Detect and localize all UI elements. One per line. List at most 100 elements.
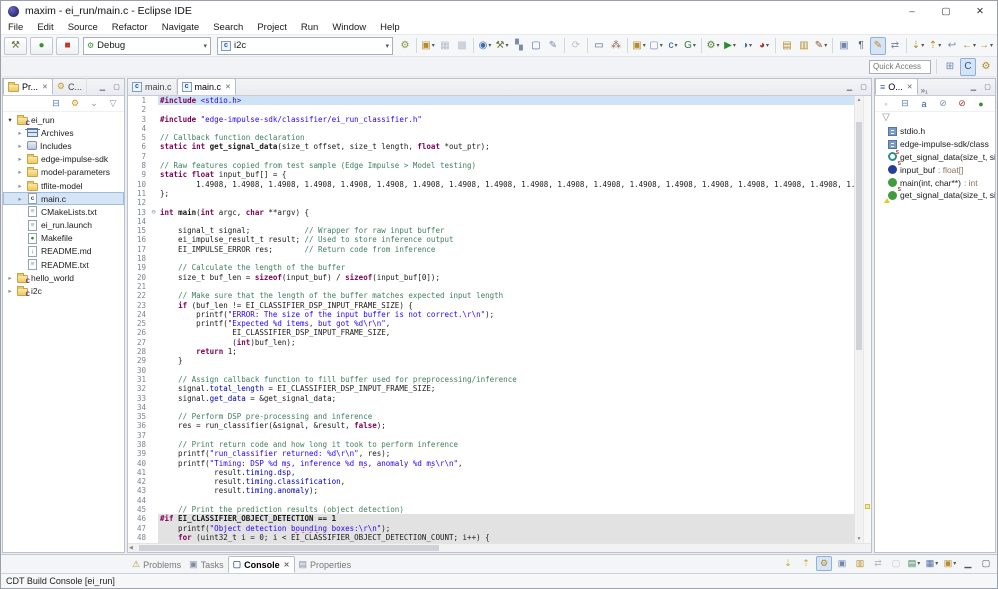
minimize-view-button[interactable]: ▁	[844, 82, 855, 92]
tab-pr[interactable]: Pr...✕	[3, 78, 53, 95]
menu-navigate[interactable]: Navigate	[155, 22, 207, 33]
line-number[interactable]: 9	[128, 170, 149, 179]
line-number[interactable]: 22	[128, 291, 149, 300]
horizontal-scrollbar[interactable]: ◀	[128, 543, 871, 552]
pin-console-button[interactable]: ⚙	[816, 556, 832, 571]
mark-button[interactable]: ✎	[545, 37, 561, 55]
line-number[interactable]: 23	[128, 301, 149, 310]
menu-file[interactable]: File	[1, 22, 30, 33]
overview-ruler[interactable]	[863, 96, 871, 543]
tree-item-i2c[interactable]: ▸i2c	[3, 284, 124, 297]
line-number[interactable]: 27	[128, 338, 149, 347]
line-number[interactable]: 40	[128, 459, 149, 468]
prev-console-button[interactable]: ⇡	[798, 556, 814, 571]
tab-main-c[interactable]: cmain.c✕	[177, 78, 236, 95]
outline-item-stdio-h[interactable]: stdio.h	[875, 125, 995, 138]
project-combo[interactable]: c i2c ▾	[217, 37, 393, 55]
word-wrap-console-button[interactable]: ⇄	[870, 556, 886, 571]
next-annotation-button[interactable]: ⇣▾	[910, 37, 926, 55]
mark-occurrences-button[interactable]: ✎	[870, 37, 886, 55]
open-perspective-button[interactable]: ⊞	[942, 58, 958, 76]
code-line[interactable]: 21	[128, 282, 854, 291]
chevron-right-icon[interactable]: ▸	[16, 155, 24, 163]
tree-item-archives[interactable]: ▸Archives	[3, 126, 124, 139]
code-line[interactable]: 16 ei_impulse_result_t result; // Used t…	[128, 235, 854, 244]
code-line[interactable]: 15 signal_t signal; // Wrapper for raw i…	[128, 226, 854, 235]
menu-window[interactable]: Window	[325, 22, 373, 33]
new-wizard-button[interactable]: ▣▾	[420, 37, 436, 55]
tab-problems[interactable]: ⚠Problems	[128, 556, 185, 573]
chevron-right-icon[interactable]: ▸	[16, 182, 24, 190]
tab-console[interactable]: ▢Console✕	[228, 556, 295, 573]
line-number[interactable]: 29	[128, 356, 149, 365]
code-line[interactable]: 43 result.timing.anomaly);	[128, 486, 854, 495]
code-line[interactable]: 17 EI_IMPULSE_ERROR res; // Return code …	[128, 245, 854, 254]
code-line[interactable]: 30	[128, 366, 854, 375]
line-number[interactable]: 47	[128, 524, 149, 533]
tab-main-c[interactable]: cmain.c	[128, 78, 177, 95]
tree-item-makefile[interactable]: Makefile	[3, 232, 124, 245]
code-line[interactable]: 34	[128, 403, 854, 412]
line-number[interactable]: 1	[128, 96, 149, 105]
code-line[interactable]: 41 result.timing.dsp,	[128, 468, 854, 477]
maximize-window-button[interactable]: ▢	[929, 1, 963, 21]
tab-tasks[interactable]: ▣Tasks	[185, 556, 228, 573]
new-window-button[interactable]: ▢▾	[648, 37, 664, 55]
coverage-button[interactable]: ◕▾	[756, 37, 772, 55]
build-project-button[interactable]: ⚒▾	[494, 37, 510, 55]
line-number[interactable]: 45	[128, 505, 149, 514]
annotation-marker[interactable]	[865, 504, 870, 509]
block-selection-button[interactable]: ▣	[836, 37, 852, 55]
code-line[interactable]: 8// Raw features copied from test sample…	[128, 161, 854, 170]
terminate-button[interactable]: ■	[56, 37, 79, 55]
link-with-editor-button[interactable]: ⚙	[67, 97, 83, 110]
line-number[interactable]: 20	[128, 273, 149, 282]
line-number[interactable]: 46	[128, 514, 149, 523]
line-number[interactable]: 19	[128, 263, 149, 272]
chevron-right-icon[interactable]: ▸	[6, 274, 14, 282]
search-button[interactable]: ✎▾	[813, 37, 829, 55]
scrollbar-thumb[interactable]	[139, 545, 439, 551]
line-number[interactable]: 37	[128, 431, 149, 440]
code-line[interactable]: 38 // Print return code and how long it …	[128, 440, 854, 449]
minimize-view-button[interactable]: ▁	[960, 556, 976, 571]
maximize-view-button[interactable]: ▢	[858, 82, 869, 92]
debug-button[interactable]: ●	[30, 37, 53, 55]
tree-item-ei-run-launch[interactable]: ei_run.launch	[3, 219, 124, 232]
show-whitespace-button[interactable]: ¶	[853, 37, 869, 55]
code-line[interactable]: 26 EI_CLASSIFIER_DSP_INPUT_FRAME_SIZE,	[128, 328, 854, 337]
line-number[interactable]: 34	[128, 403, 149, 412]
clear-console-button[interactable]: ▢	[888, 556, 904, 571]
line-number[interactable]: 5	[128, 133, 149, 142]
maximize-view-button[interactable]: ▢	[111, 82, 122, 92]
code-line[interactable]: 7	[128, 152, 854, 161]
line-number[interactable]: 6	[128, 142, 149, 151]
focus-button[interactable]: ⌄	[86, 97, 102, 110]
line-number[interactable]: 2	[128, 105, 149, 114]
chevron-right-icon[interactable]: ▸	[16, 195, 24, 203]
code-line[interactable]: 46#if EI_CLASSIFIER_OBJECT_DETECTION == …	[128, 514, 854, 523]
code-line[interactable]: 4	[128, 124, 854, 133]
collapse-all-button[interactable]: ⊟	[897, 97, 913, 110]
minimize-view-button[interactable]: ▁	[968, 82, 979, 92]
code-line[interactable]: 9static float input_buf[] = {	[128, 170, 854, 179]
view-menu-button[interactable]: ▽	[105, 97, 121, 110]
external-browser-button[interactable]: ◉▾	[477, 37, 493, 55]
line-number[interactable]: 21	[128, 282, 149, 291]
code-line[interactable]: 10 1.4908, 1.4908, 1.4908, 1.4908, 1.490…	[128, 180, 854, 189]
refresh-button[interactable]: ⟳	[568, 37, 584, 55]
code-line[interactable]: 35 // Perform DSP pre-processing and inf…	[128, 412, 854, 421]
code-line[interactable]: 47 printf("Object detection bounding box…	[128, 524, 854, 533]
chevron-right-icon[interactable]: ▸	[16, 129, 24, 137]
trace-steps-button[interactable]: ⁂	[608, 37, 624, 55]
line-number[interactable]: 25	[128, 319, 149, 328]
prev-annotation-button[interactable]: ⇡▾	[927, 37, 943, 55]
save-button[interactable]: ▦	[437, 37, 453, 55]
debug-perspective-button[interactable]: ⚙	[978, 58, 994, 76]
back-button[interactable]: ←▾	[961, 37, 977, 55]
code-line[interactable]: 14	[128, 217, 854, 226]
quick-access-input[interactable]	[869, 60, 931, 74]
code-line[interactable]: 11};	[128, 189, 854, 198]
tree-item-includes[interactable]: ▸Includes	[3, 139, 124, 152]
code-line[interactable]: 2	[128, 105, 854, 114]
